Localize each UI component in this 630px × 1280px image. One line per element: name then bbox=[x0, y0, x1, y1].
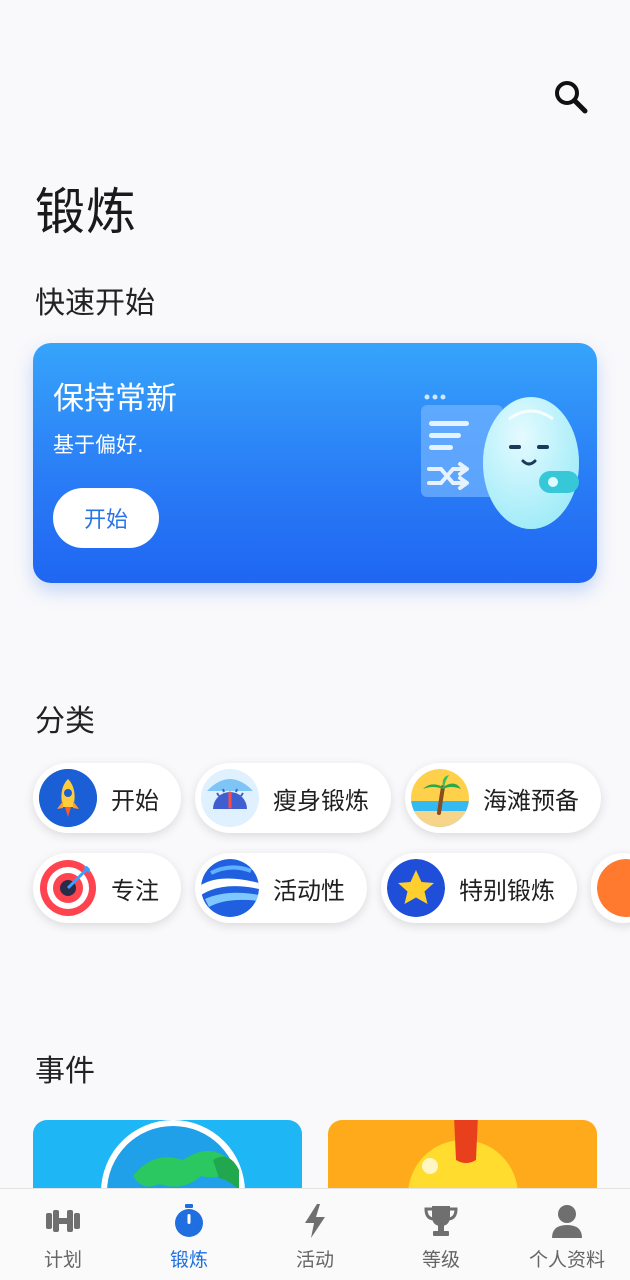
events-heading: 事件 bbox=[35, 1054, 95, 1089]
search-button[interactable] bbox=[548, 74, 594, 120]
person-icon bbox=[548, 1203, 586, 1239]
workout-screen: 锻炼 快速开始 保持常新 基于偏好. 开始 分类 开始 瘦身锻炼 海滩预备 专注… bbox=[0, 0, 630, 1280]
rocket-icon bbox=[39, 769, 97, 827]
nav-tab-profile[interactable]: 个人资料 bbox=[504, 1189, 630, 1280]
nav-label: 活动 bbox=[295, 1249, 334, 1271]
quick-start-card-title: 保持常新 bbox=[53, 381, 177, 417]
quick-start-heading: 快速开始 bbox=[35, 286, 155, 321]
category-chip-label: 开始 bbox=[111, 786, 159, 815]
star-icon bbox=[387, 859, 445, 917]
category-chip-label: 活动性 bbox=[273, 876, 345, 905]
beach-icon bbox=[411, 769, 469, 827]
nav-label: 个人资料 bbox=[528, 1249, 605, 1271]
target-icon bbox=[39, 859, 97, 917]
nav-label: 等级 bbox=[421, 1249, 460, 1271]
nav-tab-level[interactable]: 等级 bbox=[378, 1189, 504, 1280]
nav-label: 计划 bbox=[43, 1249, 82, 1271]
nav-tab-plan[interactable]: 计划 bbox=[0, 1189, 126, 1280]
quick-start-start-button[interactable]: 开始 bbox=[53, 488, 159, 548]
quick-start-card[interactable]: 保持常新 基于偏好. 开始 bbox=[33, 343, 597, 583]
category-chip-start[interactable]: 开始 bbox=[33, 763, 181, 833]
category-chip-mobility[interactable]: 活动性 bbox=[195, 853, 367, 923]
search-icon bbox=[555, 81, 588, 114]
category-chip-focus[interactable]: 专注 bbox=[33, 853, 181, 923]
category-chip-label: 海滩预备 bbox=[483, 786, 579, 815]
category-chip-slimming[interactable]: 瘦身锻炼 bbox=[195, 763, 391, 833]
category-chip-special-workout[interactable]: 特别锻炼 bbox=[381, 853, 577, 923]
shuffle-mascot-illustration bbox=[421, 394, 579, 529]
categories-heading: 分类 bbox=[35, 704, 95, 739]
category-row-1: 开始 瘦身锻炼 海滩预备 bbox=[33, 763, 601, 833]
wave-icon bbox=[201, 859, 259, 917]
category-row-2: 专注 活动性 特别锻炼 bbox=[33, 853, 630, 923]
nav-label: 锻炼 bbox=[169, 1249, 208, 1271]
category-chip-label: 瘦身锻炼 bbox=[273, 786, 369, 815]
bottom-navigation: 计划 锻炼 活动 等级 个人资料 bbox=[0, 1188, 630, 1280]
scale-icon bbox=[201, 769, 259, 827]
lightning-icon bbox=[296, 1203, 334, 1239]
quick-start-card-subtitle: 基于偏好. bbox=[53, 433, 144, 457]
trophy-icon bbox=[422, 1203, 460, 1239]
category-chip-label: 特别锻炼 bbox=[459, 876, 555, 905]
category-chip-beach-ready[interactable]: 海滩预备 bbox=[405, 763, 601, 833]
category-chip-label: 专注 bbox=[111, 876, 159, 905]
page-title: 锻炼 bbox=[35, 183, 137, 241]
flame-icon bbox=[597, 859, 630, 917]
nav-tab-activity[interactable]: 活动 bbox=[252, 1189, 378, 1280]
stopwatch-icon bbox=[170, 1203, 208, 1239]
nav-tab-workout[interactable]: 锻炼 bbox=[126, 1189, 252, 1280]
category-chip-more[interactable] bbox=[591, 853, 630, 923]
dumbbell-icon bbox=[44, 1203, 82, 1239]
